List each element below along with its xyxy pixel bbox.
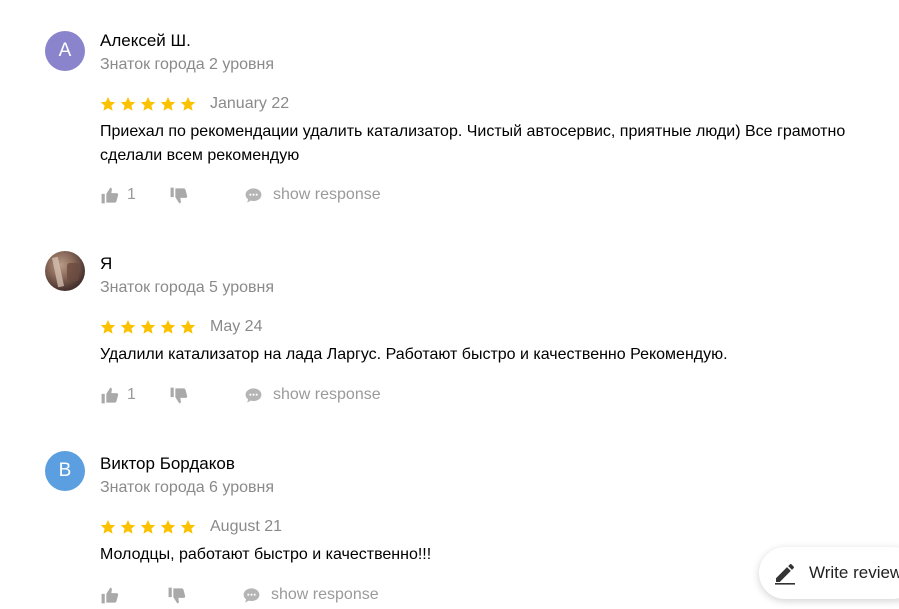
star-icon	[160, 97, 176, 111]
review-actions: 1 show response	[100, 183, 381, 207]
star-icon	[100, 520, 116, 534]
star-rating	[100, 519, 196, 535]
show-response-button[interactable]: show response	[244, 186, 381, 205]
thumbs-up-icon[interactable]	[100, 186, 119, 205]
speech-bubble-icon	[245, 187, 262, 203]
star-icon	[120, 97, 136, 111]
reviewer-level: Знаток города 5 уровня	[100, 279, 275, 296]
star-icon	[160, 320, 176, 334]
avatar[interactable]: A	[45, 31, 85, 71]
star-icon	[140, 320, 156, 334]
review-card: A Алексей Ш. Знаток города 2 уровня Janu…	[0, 30, 899, 220]
reviewer-name[interactable]: Виктор Бордаков	[100, 453, 235, 475]
rating-row: January 22	[100, 93, 289, 115]
reviewer-level: Знаток города 2 уровня	[100, 56, 275, 73]
star-icon	[180, 520, 196, 534]
show-response-button[interactable]: show response	[244, 386, 381, 405]
rating-row: August 21	[100, 516, 282, 538]
avatar-letter: A	[58, 40, 72, 61]
thumbs-down-icon[interactable]	[169, 386, 188, 405]
review-card: Я Знаток города 5 уровня May 24 Удалили …	[0, 251, 899, 423]
star-icon	[100, 320, 116, 334]
avatar-photo-detail	[67, 263, 79, 281]
star-icon	[100, 97, 116, 111]
like-count: 1	[127, 186, 136, 203]
reviewer-name[interactable]: Алексей Ш.	[100, 30, 191, 52]
rating-row: May 24	[100, 316, 262, 338]
review-text: Приехал по рекомендации удалить катализа…	[100, 123, 846, 164]
review-date: August 21	[210, 518, 283, 535]
avatar[interactable]	[45, 251, 85, 291]
star-icon	[140, 97, 156, 111]
write-review-label: Write review	[809, 563, 899, 582]
star-icon	[180, 97, 196, 111]
review-actions: 1 show response	[100, 383, 381, 407]
write-review-button[interactable]: Write review	[759, 547, 899, 599]
review-date: January 22	[210, 95, 290, 112]
reviews-page: A Алексей Ш. Знаток города 2 уровня Janu…	[0, 0, 899, 609]
star-icon	[160, 520, 176, 534]
like-count: 1	[127, 386, 136, 403]
review-text: Молодцы, работают быстро и качественно!!…	[100, 546, 432, 563]
thumbs-down-icon[interactable]	[169, 186, 188, 205]
show-response-button[interactable]: show response	[242, 586, 379, 605]
star-icon	[120, 520, 136, 534]
star-rating	[100, 96, 196, 112]
review-text: Удалили катализатор на лада Ларгус. Рабо…	[100, 346, 728, 363]
thumbs-up-icon[interactable]	[100, 386, 119, 405]
show-response-label: show response	[273, 386, 381, 403]
avatar-photo-detail	[51, 256, 65, 288]
star-icon	[140, 520, 156, 534]
speech-bubble-icon	[245, 387, 262, 403]
show-response-label: show response	[273, 186, 381, 203]
avatar-letter: В	[58, 460, 72, 481]
thumbs-up-icon[interactable]	[100, 586, 119, 605]
star-icon	[120, 320, 136, 334]
star-rating	[100, 319, 196, 335]
thumbs-down-icon[interactable]	[167, 586, 186, 605]
star-icon	[180, 320, 196, 334]
speech-bubble-icon	[243, 587, 260, 603]
review-date: May 24	[210, 318, 263, 335]
pencil-icon	[775, 564, 795, 585]
show-response-label: show response	[271, 586, 379, 603]
avatar[interactable]: В	[45, 451, 85, 491]
reviewer-name[interactable]: Я	[100, 253, 112, 275]
review-actions: show response	[100, 583, 379, 607]
reviewer-level: Знаток города 6 уровня	[100, 479, 275, 496]
